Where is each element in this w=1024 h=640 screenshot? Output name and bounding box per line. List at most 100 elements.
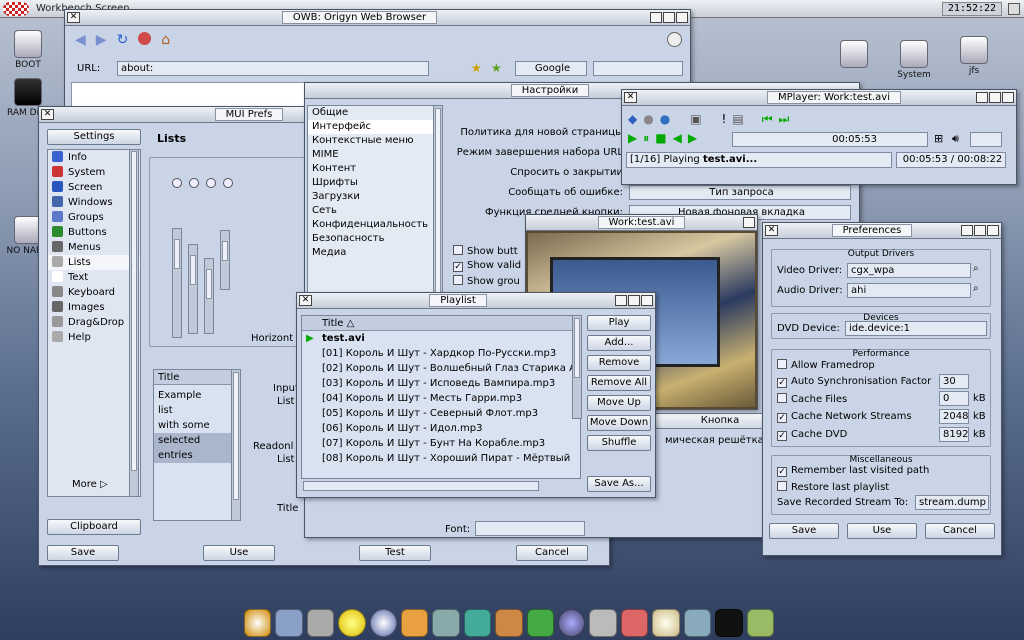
demo-scrollbar[interactable]	[172, 228, 182, 338]
settings-check-option[interactable]: ✓ Show valid	[453, 260, 521, 272]
next-chapter-icon[interactable]: ⏭	[779, 112, 790, 127]
playlist-shuffle-button[interactable]: Shuffle	[587, 435, 651, 451]
zoom-button[interactable]	[663, 12, 675, 23]
desktop-icon-boot[interactable]: BOOT	[0, 30, 56, 70]
volume-icon[interactable]: 🔊︎	[952, 132, 959, 146]
playlist-track[interactable]: [03] Король И Шут - Исповедь Вампира.mp3	[302, 376, 580, 391]
playlist-hscroll[interactable]	[303, 481, 539, 491]
playlist-removeall-button[interactable]: Remove All	[587, 375, 651, 391]
prefs-titlebar[interactable]: ✕ Preferences	[763, 223, 1001, 239]
add-bookmark-icon[interactable]: ★	[491, 61, 502, 75]
list-item[interactable]: Example	[154, 388, 240, 403]
example-scrollbar[interactable]	[231, 369, 241, 521]
playlist-moveup-button[interactable]: Move Up	[587, 395, 651, 411]
audio-driver-field[interactable]: ahi	[847, 283, 971, 298]
radio-icon[interactable]	[223, 178, 233, 188]
settings-item-screen[interactable]: Screen	[48, 180, 140, 195]
settings-category[interactable]: Общие	[308, 106, 434, 120]
settings-item-text[interactable]: Text	[48, 270, 140, 285]
video-driver-field[interactable]: cgx_wpa	[847, 263, 971, 278]
depth-button[interactable]	[641, 295, 653, 306]
cancel-button[interactable]: Cancel	[925, 523, 995, 539]
search-dock-icon[interactable]	[620, 609, 649, 637]
cache-dvd-option[interactable]: ✓ Cache DVD	[777, 429, 847, 441]
radio-icon[interactable]	[172, 178, 182, 188]
open-icon[interactable]: ◆	[628, 112, 637, 127]
settings-item-buttons[interactable]: Buttons	[48, 225, 140, 240]
screen-depth-button[interactable]	[1008, 3, 1020, 15]
playlist-track[interactable]: [08] Король И Шут - Хороший Пират - Мёрт…	[302, 451, 580, 466]
checkbox[interactable]	[453, 275, 463, 285]
depth-button[interactable]	[743, 217, 755, 228]
settings-category[interactable]: Загрузки	[308, 190, 434, 204]
settings-category[interactable]: Контекстные меню	[308, 134, 434, 148]
close-button[interactable]: ✕	[765, 225, 778, 236]
disk-dock-icon[interactable]	[432, 609, 460, 637]
settings-item-system[interactable]: System	[48, 165, 140, 180]
depth-button[interactable]	[987, 225, 999, 236]
shell-dock-icon[interactable]	[715, 609, 743, 637]
iconify-button[interactable]	[615, 295, 627, 306]
settings-category[interactable]: Контент	[308, 162, 434, 176]
volume-slider[interactable]	[970, 132, 1002, 147]
close-button[interactable]: ✕	[41, 109, 54, 120]
playlist-track[interactable]: [06] Король И Шут - Идол.mp3	[302, 421, 580, 436]
dvd-icon[interactable]: ●	[643, 112, 653, 127]
playlist-remove-button[interactable]: Remove	[587, 355, 651, 371]
checkbox[interactable]	[777, 393, 787, 403]
demo-scrollbar[interactable]	[204, 258, 214, 334]
settings-list[interactable]: Info System Screen Windows Groups Buttons Menu…	[47, 149, 141, 497]
mplayer-titlebar[interactable]: ✕ MPlayer: Work:test.avi	[622, 90, 1016, 106]
settings-item-help[interactable]: Help	[48, 330, 140, 345]
settings-item-menus[interactable]: Menus	[48, 240, 140, 255]
checkbox[interactable]: ✓	[777, 431, 787, 441]
list-item[interactable]: list	[154, 403, 240, 418]
use-button[interactable]: Use	[847, 523, 917, 539]
playlist-track[interactable]: [05] Король И Шут - Северный Флот.mp3	[302, 406, 580, 421]
category-scrollbar[interactable]	[433, 105, 443, 305]
checkbox[interactable]: ✓	[453, 262, 463, 272]
cache-files-field[interactable]: 0	[939, 391, 969, 406]
current-track-row[interactable]: ▶ test.avi	[302, 331, 580, 346]
settings-scrollbar[interactable]	[129, 149, 139, 497]
autosync-field[interactable]: 30	[939, 374, 969, 389]
cache-dvd-field[interactable]: 8192	[939, 427, 969, 442]
demo-scrollbar[interactable]	[188, 244, 198, 334]
settings-item-groups[interactable]: Groups	[48, 210, 140, 225]
playlist-track[interactable]: [07] Король И Шут - Бунт На Корабле.mp3	[302, 436, 580, 451]
demo-scrollbar[interactable]	[220, 230, 230, 290]
font-select[interactable]	[475, 521, 585, 536]
framedrop-option[interactable]: Allow Framedrop	[777, 359, 875, 371]
search-icon[interactable]: ⌕	[973, 263, 979, 274]
game-dock-icon[interactable]	[746, 609, 774, 637]
play-icon[interactable]: ▶	[628, 131, 637, 146]
photo-dock-icon[interactable]	[589, 609, 617, 637]
use-button[interactable]: Use	[203, 545, 275, 561]
sun-dock-icon[interactable]	[338, 609, 366, 637]
list-item[interactable]: with some	[154, 418, 240, 433]
screenshot-icon[interactable]: ▣	[690, 112, 701, 127]
close-button[interactable]: ✕	[299, 295, 312, 306]
prev-chapter-icon[interactable]: ⏮	[762, 112, 773, 127]
close-button[interactable]: ✕	[624, 92, 637, 103]
checkbox[interactable]: ✓	[777, 413, 787, 423]
iconify-button[interactable]	[961, 225, 973, 236]
settings-category[interactable]: Безопасность	[308, 232, 434, 246]
url-input[interactable]: about:	[117, 61, 429, 76]
people-dock-icon[interactable]	[463, 609, 492, 637]
save-as-button[interactable]: Save As...	[587, 476, 651, 492]
network-icon[interactable]: ●	[660, 112, 670, 127]
checkbox[interactable]	[777, 481, 787, 491]
settings-item-info[interactable]: Info	[48, 150, 140, 165]
radio-icon[interactable]	[189, 178, 199, 188]
owb-titlebar[interactable]: ✕ OWB: Origyn Web Browser	[65, 10, 690, 26]
settings-category[interactable]: Шрифты	[308, 176, 434, 190]
list-item[interactable]: selected	[154, 433, 240, 448]
desktop-icon-jfs[interactable]: jfs	[946, 36, 1002, 76]
search-icon[interactable]: ⌕	[973, 283, 979, 294]
forward-icon[interactable]: ▶	[96, 32, 107, 48]
remember-path-option[interactable]: ✓ Remember last visited path	[777, 465, 929, 477]
home-icon[interactable]: ⌂	[161, 32, 170, 48]
forward-icon[interactable]: ▶	[688, 131, 697, 146]
autosync-option[interactable]: ✓ Auto Synchronisation Factor	[777, 376, 931, 388]
